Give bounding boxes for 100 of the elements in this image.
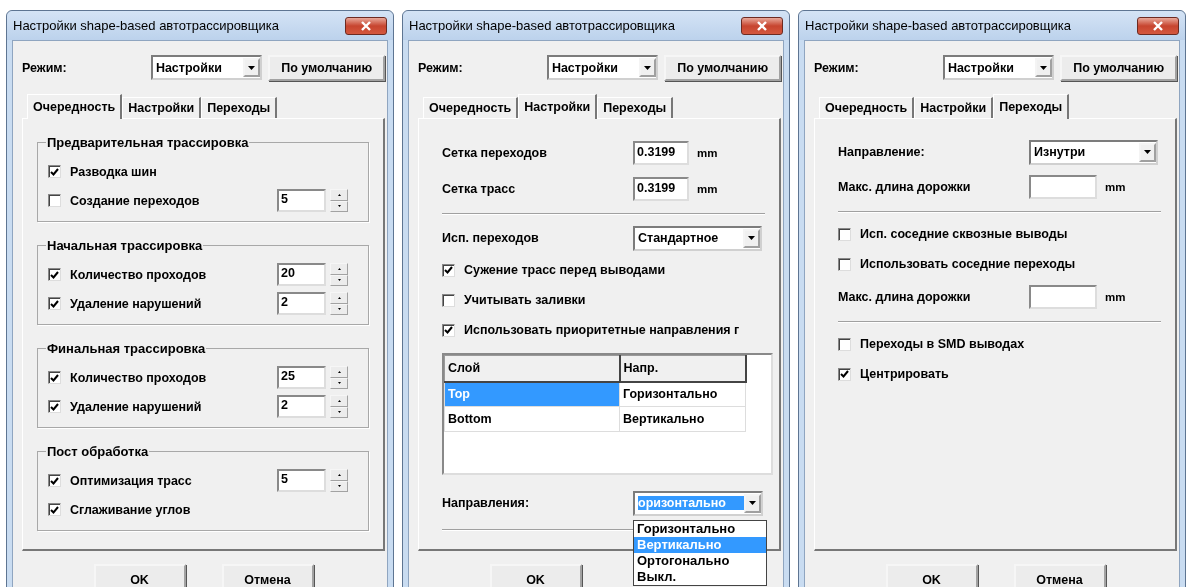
group-title: Пост обработка <box>46 444 150 459</box>
mode-dropdown[interactable]: Настройки <box>546 55 659 80</box>
dropdown[interactable]: Стандартное <box>633 225 762 251</box>
checkbox-label: Сглаживание углов <box>70 502 191 517</box>
field-label: Сетка трасс <box>442 182 517 196</box>
tab[interactable]: Переходы <box>201 97 278 118</box>
cancel-button[interactable]: Отмена <box>1013 564 1106 587</box>
tab[interactable]: Очередность <box>27 94 123 119</box>
checkbox-label: Переходы в SMD выводах <box>860 337 1025 351</box>
tab[interactable]: Очередность <box>423 97 519 118</box>
combo-label: Направление: <box>838 145 926 159</box>
tab[interactable]: Настройки <box>518 94 598 119</box>
field-label: Макс. длина дорожки <box>838 290 972 304</box>
close-button[interactable] <box>1137 16 1179 35</box>
combo-label: Исп. переходов <box>442 231 540 245</box>
checkbox[interactable] <box>48 503 61 516</box>
caret-icon <box>1144 150 1151 154</box>
checkbox[interactable] <box>48 400 61 413</box>
checkbox[interactable] <box>442 323 455 337</box>
caret-icon <box>1040 65 1048 70</box>
window-title: Настройки shape-based автотрассировщика <box>409 18 675 33</box>
tab[interactable]: Очередность <box>819 97 915 118</box>
checkbox[interactable] <box>48 165 61 178</box>
checkbox-label: Сужение трасс перед выводами <box>464 263 666 277</box>
checkbox[interactable] <box>838 367 851 381</box>
number-field[interactable]: 2 <box>277 395 326 418</box>
ok-button[interactable]: OK <box>885 564 978 587</box>
checkbox[interactable] <box>838 227 851 241</box>
close-icon <box>360 20 372 31</box>
checkbox-label: Использовать соседние переходы <box>860 257 1076 271</box>
unit-label: mm <box>1105 181 1126 193</box>
checkbox[interactable] <box>48 268 61 281</box>
checkbox-label: Исп. соседние сквозные выводы <box>860 227 1068 241</box>
number-field[interactable]: 20 <box>277 263 326 286</box>
caret-icon <box>749 501 756 505</box>
ok-button[interactable]: OK <box>93 564 186 587</box>
checkbox[interactable] <box>442 293 455 307</box>
cancel-button[interactable]: Отмена <box>221 564 314 587</box>
default-button[interactable]: По умолчанию <box>664 54 781 81</box>
checkbox-label: Количество проходов <box>70 370 207 385</box>
checkbox-label: Удаление нарушений <box>70 296 202 311</box>
input-field[interactable] <box>1029 175 1097 199</box>
close-icon <box>1152 20 1164 31</box>
unit-label: mm <box>1105 291 1126 303</box>
input-field[interactable]: 0.3199 <box>633 177 689 201</box>
field-label: Сетка переходов <box>442 146 548 160</box>
close-button[interactable] <box>741 16 783 35</box>
checkbox-label: Учитывать заливки <box>464 293 586 307</box>
mode-label: Режим: <box>22 60 68 75</box>
checkbox-label: Разводка шин <box>70 164 157 179</box>
mode-dropdown[interactable]: Настройки <box>942 55 1055 80</box>
number-field[interactable]: 5 <box>277 189 326 212</box>
checkbox[interactable] <box>48 297 61 310</box>
table-cell[interactable]: Bottom <box>444 406 620 432</box>
checkbox[interactable] <box>48 474 61 487</box>
checkbox[interactable] <box>442 263 455 277</box>
caret-icon <box>248 65 256 70</box>
mode-label: Режим: <box>418 60 464 75</box>
group-title: Начальная трассировка <box>46 238 204 253</box>
tab[interactable]: Переходы <box>993 94 1070 119</box>
group-title: Финальная трассировка <box>46 341 207 356</box>
checkbox-label: Удаление нарушений <box>70 399 202 414</box>
checkbox-label: Использовать приоритетные направления г <box>464 323 740 337</box>
caret-icon <box>644 65 652 70</box>
checkbox-label: Оптимизация трасс <box>70 473 192 488</box>
column-header[interactable]: Слой <box>444 355 620 382</box>
number-field[interactable]: 2 <box>277 292 326 315</box>
table-cell[interactable]: Вертикально <box>619 406 746 432</box>
input-field[interactable]: 0.3199 <box>633 141 689 165</box>
number-field[interactable]: 5 <box>277 469 326 492</box>
checkbox[interactable] <box>838 257 851 271</box>
table-cell[interactable]: Горизонтально <box>619 381 746 407</box>
tab[interactable]: Переходы <box>597 97 674 118</box>
checkbox[interactable] <box>48 371 61 384</box>
column-header[interactable]: Напр. <box>619 355 746 382</box>
close-button[interactable] <box>345 16 387 35</box>
caret-icon <box>748 236 755 240</box>
mode-dropdown[interactable]: Настройки <box>150 55 263 80</box>
checkbox[interactable] <box>838 337 851 351</box>
tab[interactable]: Настройки <box>122 97 202 118</box>
tab[interactable]: Настройки <box>914 97 994 118</box>
dropdown-option[interactable]: Ортогонально <box>634 552 766 569</box>
dropdown[interactable]: Изнутри <box>1029 139 1158 165</box>
combo-label: Направления: <box>442 496 531 510</box>
window-title: Настройки shape-based автотрассировщика <box>13 18 279 33</box>
group-title: Предварительная трассировка <box>46 135 250 150</box>
default-button[interactable]: По умолчанию <box>1060 54 1177 81</box>
field-label: Макс. длина дорожки <box>838 180 972 194</box>
ok-button[interactable]: OK <box>489 564 582 587</box>
unit-label: mm <box>697 147 718 159</box>
checkbox-label: Создание переходов <box>70 193 200 208</box>
default-button[interactable]: По умолчанию <box>268 54 385 81</box>
number-field[interactable]: 25 <box>277 366 326 389</box>
mode-label: Режим: <box>814 60 860 75</box>
input-field[interactable] <box>1029 285 1097 309</box>
dropdown-option[interactable]: Выкл. <box>634 568 766 585</box>
dropdown-option[interactable]: Горизонтально <box>634 520 766 537</box>
checkbox[interactable] <box>48 194 61 207</box>
unit-label: mm <box>697 183 718 195</box>
window-title: Настройки shape-based автотрассировщика <box>805 18 1071 33</box>
